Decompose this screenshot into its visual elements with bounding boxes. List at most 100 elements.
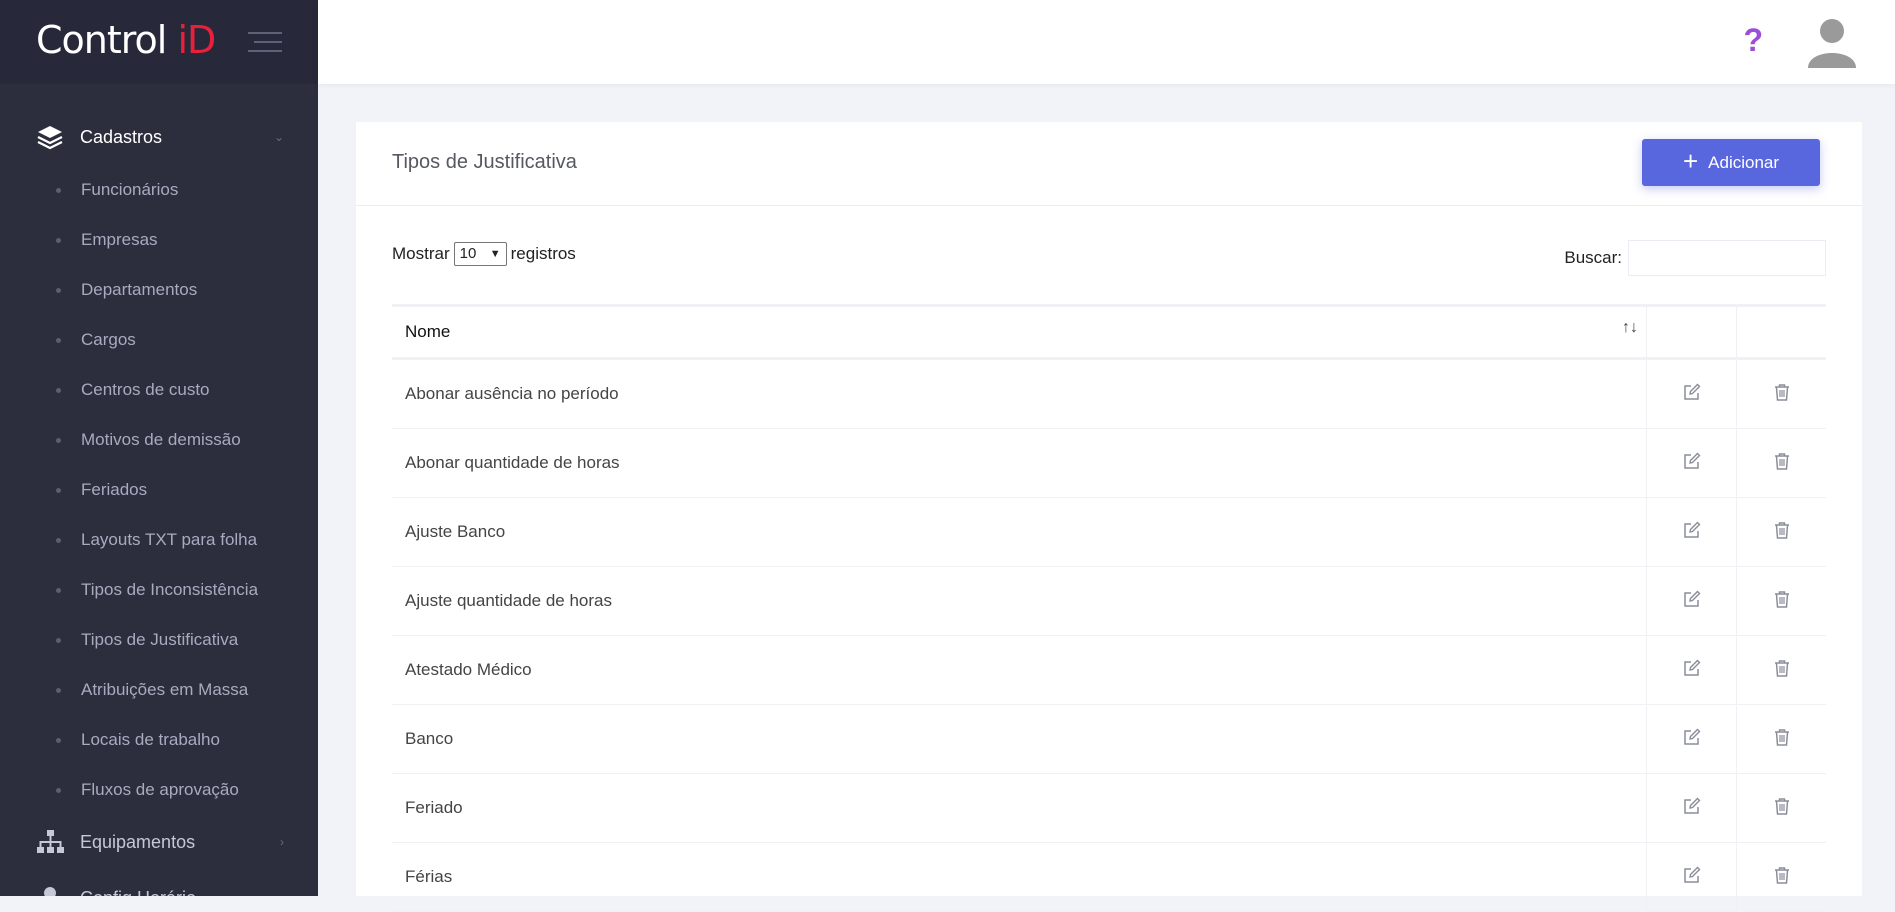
trash-icon[interactable] [1773,452,1791,470]
row-name: Abonar ausência no período [392,358,1647,429]
sidebar-section-label: Config Horário [80,888,196,897]
bullet-icon [56,237,61,243]
sidebar-item-motivos-de-demissao[interactable]: Motivos de demissão [0,420,318,460]
sidebar-item-funcionarios[interactable]: Funcionários [0,170,318,210]
add-button-label: Adicionar [1708,152,1780,172]
sidebar-item-label: Feriados [81,480,148,499]
sidebar-item-layouts-txt[interactable]: Layouts TXT para folha [0,520,318,560]
edit-cell [1646,773,1737,843]
bullet-icon [56,187,61,193]
trash-icon[interactable] [1773,590,1791,608]
edit-icon[interactable] [1683,797,1701,815]
row-name: Banco [392,704,1647,774]
delete-cell [1736,566,1826,636]
sidebar-item-feriados[interactable]: Feriados [0,470,318,510]
dropdown-arrow-icon: ▼ [489,248,501,260]
help-icon[interactable]: ? [1743,22,1763,59]
sidebar-item-label: Atribuições em Massa [81,680,249,699]
logo-accent: iD [177,18,216,62]
bullet-icon [56,537,61,543]
bullet-icon [56,737,61,743]
search-label: Buscar: [1564,248,1622,267]
page-size-value: 10 [459,245,477,262]
page-size-select[interactable]: 10 ▼ [453,242,507,266]
trash-icon[interactable] [1773,866,1791,884]
sidebar-item-label: Centros de custo [81,380,210,399]
logo-text: Control [36,18,178,62]
sidebar-section-label: Cadastros [80,126,163,147]
edit-icon[interactable] [1683,590,1701,608]
sidebar-item-label: Fluxos de aprovação [81,780,239,799]
sidebar-item-tipos-de-inconsistencia[interactable]: Tipos de Inconsistência [0,570,318,610]
sidebar-item-locais-de-trabalho[interactable]: Locais de trabalho [0,720,318,760]
chevron-right-icon: › [280,835,284,849]
sidebar: Control iD Cadastros ⌄ Funcionários Empr… [0,0,318,896]
delete-cell [1736,842,1826,912]
bullet-icon [56,287,61,293]
edit-cell [1646,704,1737,774]
column-header-nome[interactable]: Nome ↑↓ [392,304,1647,360]
menu-toggle-icon[interactable] [248,32,282,52]
bullet-icon [56,487,61,493]
sidebar-item-fluxos-de-aprovacao[interactable]: Fluxos de aprovação [0,770,318,810]
user-icon [44,887,56,896]
row-name: Ajuste Banco [392,497,1647,567]
table-row: Feriado [392,773,1826,843]
edit-cell [1646,566,1737,636]
user-avatar-icon[interactable] [1805,14,1859,68]
show-label: Mostrar [392,244,450,263]
search-control: Buscar: [1564,240,1826,276]
edit-icon[interactable] [1683,383,1701,401]
sidebar-section-config-horario[interactable]: Config Horário ⌄ [0,876,318,896]
bullet-icon [56,437,61,443]
sidebar-item-label: Empresas [81,230,158,249]
bullet-icon [56,687,61,693]
sidebar-item-atribuicoes-em-massa[interactable]: Atribuições em Massa [0,670,318,710]
edit-icon[interactable] [1683,659,1701,677]
row-name: Abonar quantidade de horas [392,428,1647,498]
delete-cell [1736,773,1826,843]
edit-cell [1646,497,1737,567]
row-name: Férias [392,842,1647,912]
edit-cell [1646,428,1737,498]
plus-icon: + [1682,146,1699,176]
sidebar-item-tipos-de-justificativa[interactable]: Tipos de Justificativa [0,620,318,660]
table-header-row: Nome ↑↓ [392,304,1826,360]
table-row: Ajuste Banco [392,497,1826,567]
edit-cell [1646,842,1737,912]
trash-icon[interactable] [1773,728,1791,746]
table-row: Férias [392,842,1826,912]
sidebar-section-cadastros[interactable]: Cadastros ⌄ [0,115,318,159]
edit-icon[interactable] [1683,452,1701,470]
logo[interactable]: Control iD [36,18,216,62]
delete-cell [1736,497,1826,567]
edit-icon[interactable] [1683,728,1701,746]
sidebar-item-centros-de-custo[interactable]: Centros de custo [0,370,318,410]
trash-icon[interactable] [1773,797,1791,815]
page-length-control: Mostrar 10 ▼ registros [392,242,576,266]
layers-icon [37,126,63,150]
network-icon [37,830,64,853]
edit-icon[interactable] [1683,866,1701,884]
trash-icon[interactable] [1773,521,1791,539]
column-header-edit [1646,304,1737,360]
trash-icon[interactable] [1773,659,1791,677]
edit-icon[interactable] [1683,521,1701,539]
sidebar-item-empresas[interactable]: Empresas [0,220,318,260]
sidebar-item-cargos[interactable]: Cargos [0,320,318,360]
sidebar-item-departamentos[interactable]: Departamentos [0,270,318,310]
table-row: Atestado Médico [392,635,1826,705]
sort-icon[interactable]: ↑↓ [1622,319,1638,337]
search-input[interactable] [1628,240,1826,276]
add-button[interactable]: + Adicionar [1642,139,1820,186]
sidebar-item-label: Motivos de demissão [81,430,241,449]
table-row: Ajuste quantidade de horas [392,566,1826,636]
row-name: Feriado [392,773,1647,843]
sidebar-section-label: Equipamentos [80,831,196,852]
column-header-delete [1736,304,1826,360]
trash-icon[interactable] [1773,383,1791,401]
delete-cell [1736,428,1826,498]
sidebar-section-equipamentos[interactable]: Equipamentos › [0,820,318,864]
delete-cell [1736,635,1826,705]
topbar: ? [318,0,1895,84]
